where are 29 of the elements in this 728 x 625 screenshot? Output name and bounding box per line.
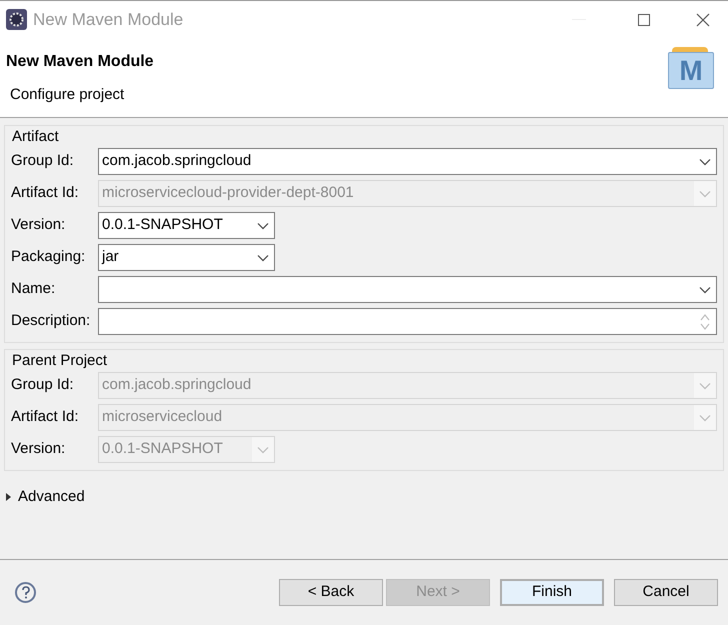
advanced-section-toggle[interactable]: Advanced <box>18 486 85 508</box>
app-icon <box>6 9 27 30</box>
close-icon[interactable] <box>696 12 710 26</box>
wizard-button[interactable]: Finish <box>500 579 604 606</box>
page-subtitle: Configure project <box>9 85 126 105</box>
maximize-icon[interactable] <box>638 14 650 26</box>
field-label: Group Id: <box>11 375 75 396</box>
maven-logo: M <box>668 47 714 89</box>
group-title: Artifact <box>12 127 59 147</box>
help-icon[interactable] <box>15 582 36 603</box>
combo-box[interactable] <box>98 276 717 303</box>
combo-box[interactable]: 0.0.1-SNAPSHOT <box>98 212 275 239</box>
group-title: Parent Project <box>12 351 108 371</box>
window-title: New Maven Module <box>33 8 184 31</box>
text-area[interactable] <box>98 308 717 335</box>
field-label: Name: <box>11 279 56 300</box>
field-label: Packaging: <box>11 247 86 268</box>
field-label: Version: <box>11 215 66 236</box>
page-title: New Maven Module <box>6 52 155 72</box>
field-label: Description: <box>11 311 92 332</box>
wizard-button[interactable]: Cancel <box>614 579 718 606</box>
combo-box[interactable]: jar <box>98 244 275 271</box>
field-label: Group Id: <box>11 151 75 172</box>
combo-box[interactable]: com.jacob.springcloud <box>98 148 717 175</box>
field-label: Version: <box>11 439 66 460</box>
field-label: Artifact Id: <box>11 407 80 428</box>
field-label: Artifact Id: <box>11 183 80 204</box>
expand-arrow-icon[interactable] <box>6 493 11 502</box>
wizard-button[interactable]: < Back <box>279 579 383 606</box>
